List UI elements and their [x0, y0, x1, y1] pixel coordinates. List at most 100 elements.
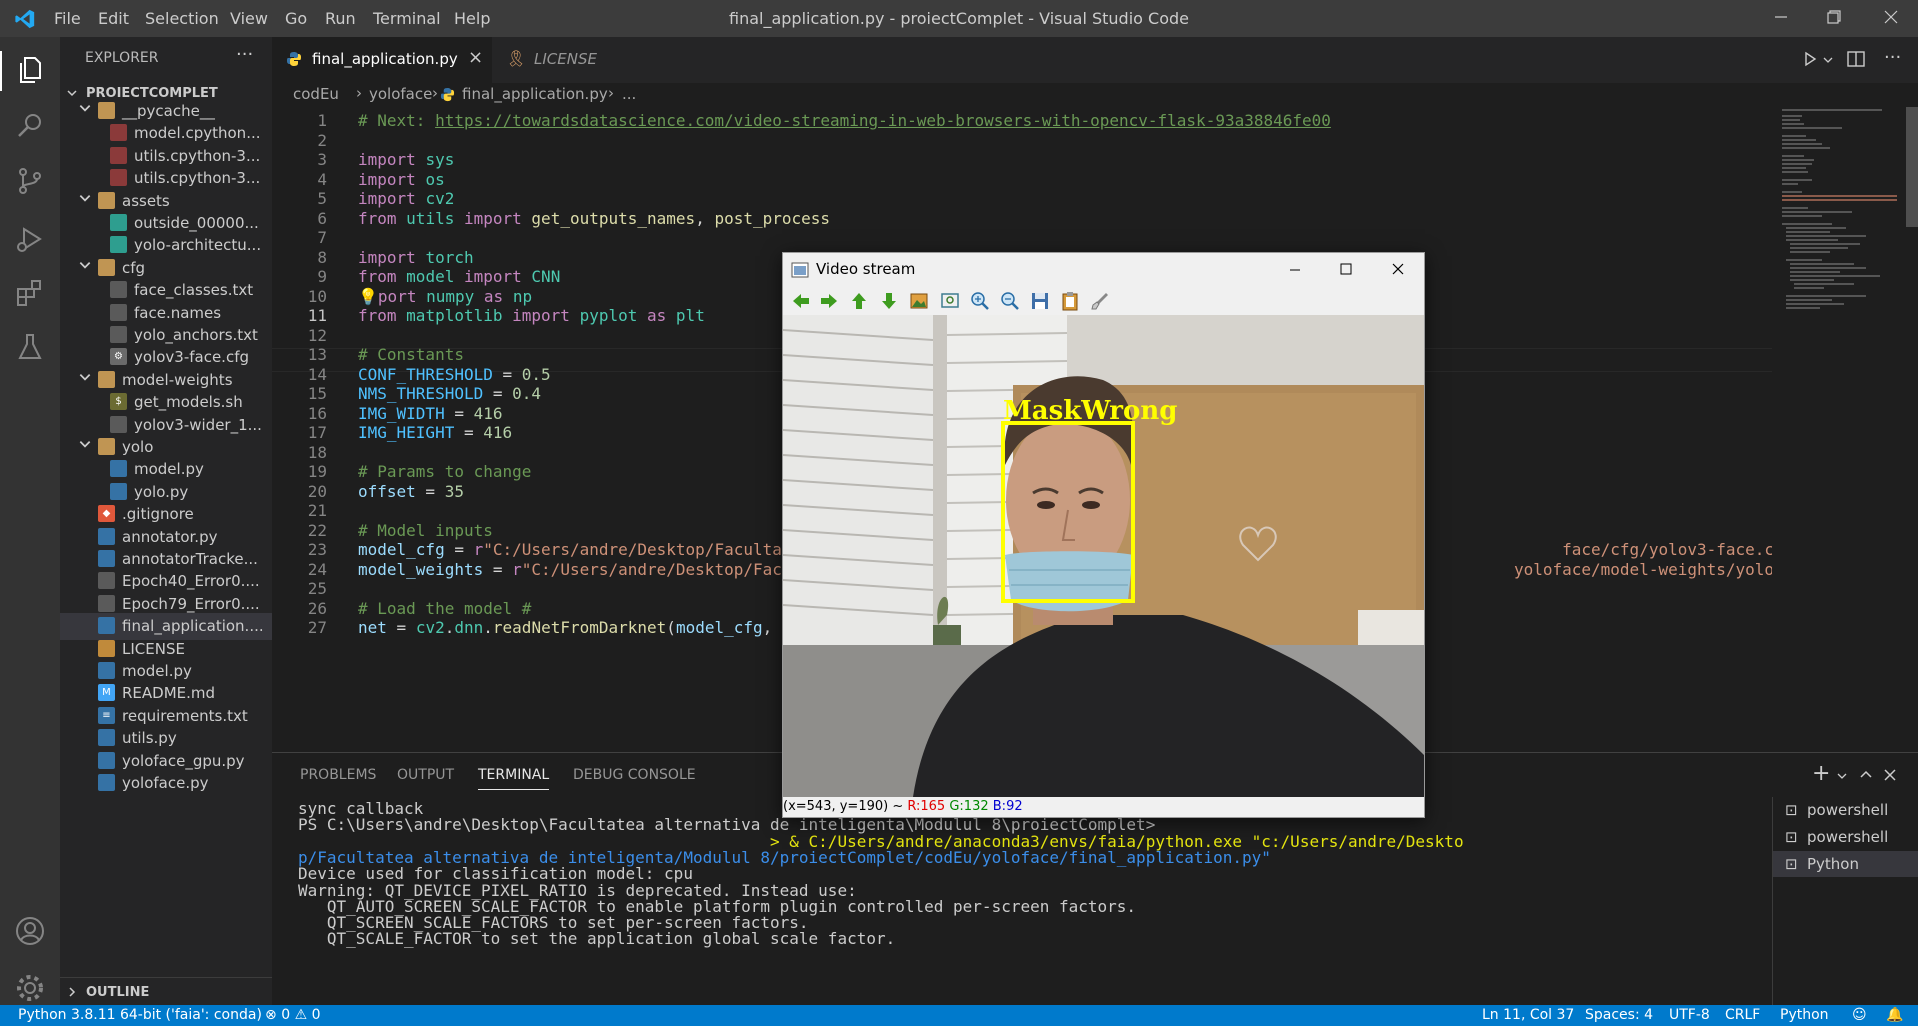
- binary-file-icon: [110, 124, 127, 142]
- webcam-frame[interactable]: MaskWrong: [783, 315, 1424, 797]
- run-debug-icon[interactable]: [14, 223, 46, 255]
- tree-item-label: annotatorTracke...: [122, 550, 258, 568]
- tree-item-label: yolo_anchors.txt: [134, 326, 258, 344]
- extensions-icon[interactable]: [14, 277, 46, 309]
- arrow-right-icon[interactable]: [819, 291, 839, 311]
- arrow-up-icon[interactable]: [849, 291, 869, 311]
- code-line[interactable]: # Params to change: [358, 462, 531, 481]
- python-interpreter[interactable]: Python 3.8.11 64-bit ('faia': conda): [18, 1007, 262, 1023]
- close-window-button[interactable]: [1868, 4, 1914, 34]
- tab-final-application[interactable]: final_application.py ×: [272, 37, 492, 83]
- explorer-icon[interactable]: [14, 54, 46, 86]
- line-number: 18: [307, 442, 327, 462]
- close-panel-icon[interactable]: [1884, 769, 1896, 781]
- breadcrumb-item[interactable]: codEu: [293, 85, 339, 103]
- video-stream-window[interactable]: Video stream MaskWrong (x=543, y=190) ~ …: [782, 252, 1425, 818]
- code-line[interactable]: # Next: https://towardsdatascience.com/v…: [358, 111, 1331, 130]
- breadcrumb-item[interactable]: final_application.py: [462, 85, 608, 103]
- search-icon[interactable]: [14, 110, 46, 142]
- breadcrumb-item[interactable]: ...: [622, 85, 636, 103]
- scrollbar-thumb[interactable]: [1906, 107, 1918, 227]
- terminal-instance[interactable]: ⊡ Python: [1773, 851, 1918, 877]
- line-ending[interactable]: CRLF: [1725, 1007, 1760, 1023]
- video-minimize-button[interactable]: [1273, 253, 1319, 285]
- terminal-instance[interactable]: ⊡ powershell: [1773, 824, 1918, 850]
- problems-indicator[interactable]: ⊗ 0 ⚠ 0: [265, 1007, 321, 1023]
- settings-gear-icon[interactable]: [14, 972, 46, 1004]
- tree-item-label: face.names: [134, 303, 222, 322]
- code-line[interactable]: IMG_WIDTH = 416: [358, 404, 503, 423]
- split-editor-icon[interactable]: [1847, 50, 1865, 68]
- code-line[interactable]: import sys: [358, 150, 454, 169]
- minimap[interactable]: [1780, 107, 1900, 750]
- code-line[interactable]: NMS_THRESHOLD = 0.4: [358, 384, 541, 403]
- video-close-button[interactable]: [1375, 253, 1421, 285]
- notifications-bell-icon[interactable]: 🔔: [1886, 1007, 1903, 1023]
- editor-scrollbar[interactable]: [1906, 107, 1918, 750]
- code-line[interactable]: from utils import get_outputs_names, pos…: [358, 209, 830, 228]
- code-token: r: [473, 540, 484, 559]
- code-line[interactable]: CONF_THRESHOLD = 0.5: [358, 365, 551, 384]
- line-number: 26: [307, 598, 327, 618]
- code-line[interactable]: import torch: [358, 248, 474, 267]
- code-line[interactable]: from model import CNN: [358, 267, 560, 286]
- line-number: 15: [307, 384, 327, 403]
- maximize-panel-icon[interactable]: [1860, 769, 1872, 781]
- arrow-down-icon[interactable]: [879, 291, 899, 311]
- save-icon[interactable]: [1030, 291, 1050, 311]
- code-token: post_process: [714, 208, 831, 228]
- image-icon[interactable]: [909, 291, 929, 311]
- code-line[interactable]: # Model inputs: [358, 521, 493, 540]
- zoom-region-icon[interactable]: [940, 291, 960, 311]
- chevron-down-icon[interactable]: [1837, 771, 1847, 781]
- arrow-left-icon[interactable]: [791, 291, 811, 311]
- chevron-right-icon: ›: [608, 84, 614, 102]
- tree-file[interactable]: yoloface.py: [60, 770, 272, 797]
- feedback-icon[interactable]: ☺: [1852, 1007, 1867, 1023]
- tab-close-icon[interactable]: ×: [468, 47, 483, 68]
- zoom-out-icon[interactable]: [1000, 291, 1020, 311]
- outline-section[interactable]: OUTLINE: [60, 977, 272, 1005]
- testing-flask-icon[interactable]: [14, 331, 46, 363]
- code-token: =: [483, 559, 513, 579]
- clipboard-icon[interactable]: [1060, 291, 1080, 311]
- cursor-position[interactable]: Ln 11, Col 37: [1482, 1007, 1574, 1023]
- minimize-button[interactable]: [1758, 4, 1804, 34]
- restore-button[interactable]: [1811, 4, 1857, 34]
- code-token: NMS_THRESHOLD: [358, 384, 484, 403]
- panel-tab-terminal[interactable]: TERMINAL: [478, 767, 550, 790]
- source-control-icon[interactable]: [14, 165, 46, 197]
- chevron-down-icon[interactable]: [1823, 55, 1833, 65]
- panel-tab-output[interactable]: OUTPUT: [397, 767, 454, 783]
- terminal-output[interactable]: sync callback PS C:\Users\andre\Desktop\F…: [298, 799, 1768, 999]
- video-maximize-button[interactable]: [1323, 253, 1369, 285]
- more-actions-icon[interactable]: ···: [1884, 47, 1901, 68]
- zoom-in-icon[interactable]: [970, 291, 990, 311]
- language-mode[interactable]: Python: [1780, 1007, 1829, 1023]
- code-line[interactable]: IMG_HEIGHT = 416: [358, 423, 512, 442]
- breadcrumb-item[interactable]: yoloface: [369, 85, 432, 103]
- terminal-instance[interactable]: ⊡ powershell: [1773, 797, 1918, 823]
- account-icon[interactable]: [14, 915, 46, 947]
- code-line[interactable]: offset = 35: [358, 482, 464, 501]
- indentation[interactable]: Spaces: 4: [1585, 1007, 1653, 1023]
- run-file-icon[interactable]: [1802, 51, 1818, 67]
- code-line[interactable]: # Load the model #: [358, 599, 531, 618]
- code-line[interactable]: from matplotlib import pyplot as plt: [358, 306, 705, 325]
- panel-tab-problems[interactable]: PROBLEMS: [300, 767, 376, 783]
- code-token: pyplot: [579, 306, 638, 325]
- code-line[interactable]: import os: [358, 170, 445, 189]
- panel-tab-debug-console[interactable]: DEBUG CONSOLE: [573, 767, 696, 783]
- properties-brush-icon[interactable]: [1090, 291, 1110, 311]
- more-actions-button[interactable]: ···: [236, 44, 253, 65]
- tab-license[interactable]: 🎗 LICENSE: [492, 37, 622, 83]
- code-line[interactable]: net = cv2.dnn.readNetFromDarknet(model_c…: [358, 618, 782, 637]
- encoding[interactable]: UTF-8: [1669, 1007, 1710, 1023]
- code-line[interactable]: import cv2: [358, 189, 454, 208]
- code-line[interactable]: # Constants: [358, 345, 464, 364]
- code-line[interactable]: 💡port numpy as np: [358, 287, 532, 306]
- new-terminal-plus-icon[interactable]: +: [1812, 761, 1830, 786]
